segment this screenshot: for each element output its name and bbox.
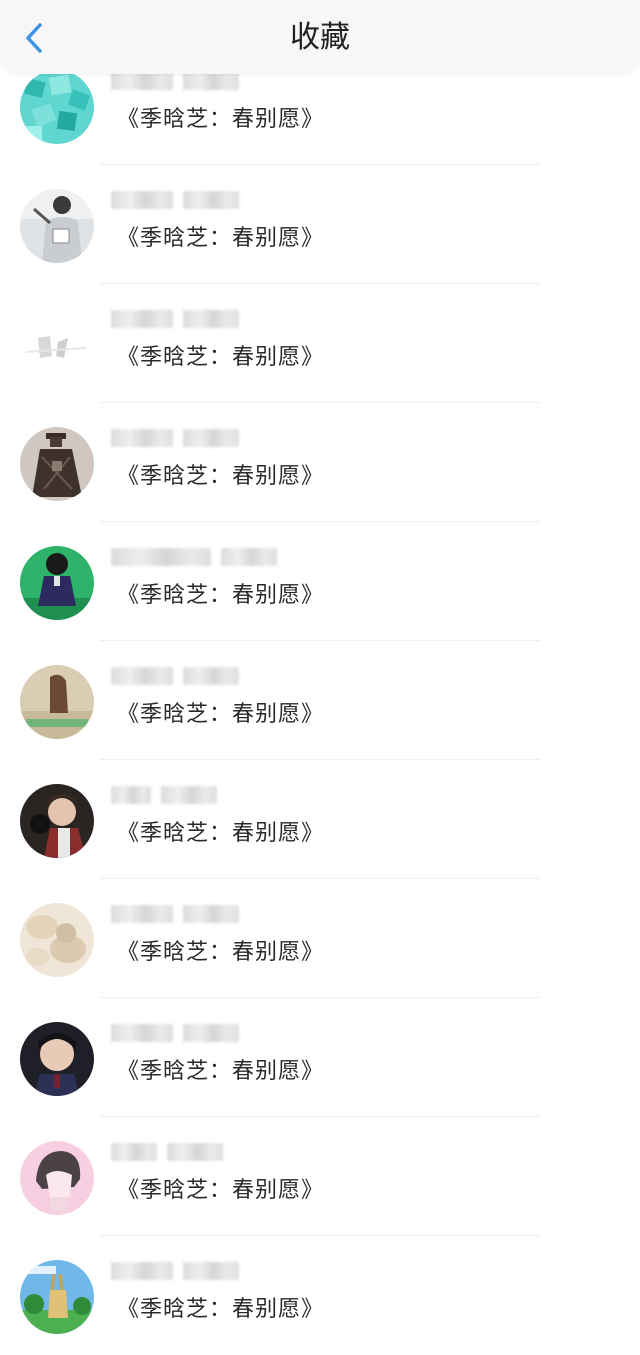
avatar[interactable] [20,70,94,144]
list-item[interactable]: 《季晗芝：春别愿》 [0,641,640,760]
blurred-username [111,903,239,925]
favorite-title: 《季晗芝：春别愿》 [117,583,325,608]
favorite-title: 《季晗芝：春别愿》 [117,940,325,965]
favorite-title: 《季晗芝：春别愿》 [117,1059,325,1084]
list-item[interactable]: 《季晗芝：春别愿》 [0,998,640,1117]
blurred-username [111,665,239,687]
favorite-title: 《季晗芝：春别愿》 [117,345,325,370]
blurred-username [111,427,239,449]
list-item[interactable]: 《季晗芝：春别愿》 [0,760,640,879]
favorite-title: 《季晗芝：春别愿》 [117,464,325,489]
list-item[interactable]: 《季晗芝：春别愿》 [0,522,640,641]
avatar[interactable] [20,1141,94,1215]
list-item[interactable]: 《季晗芝：春别愿》 [0,284,640,403]
favorite-title: 《季晗芝：春别愿》 [117,821,325,846]
avatar[interactable] [20,903,94,977]
blurred-username [111,308,239,330]
avatar[interactable] [20,1260,94,1334]
favorite-title: 《季晗芝：春别愿》 [117,702,325,727]
list-item[interactable]: 《季晗芝：春别愿》 [0,165,640,284]
blurred-username [111,784,217,806]
blurred-username [111,189,239,211]
favorite-title: 《季晗芝：春别愿》 [117,226,325,251]
avatar[interactable] [20,308,94,382]
list-item[interactable]: 《季晗芝：春别愿》 [0,403,640,522]
blurred-username [111,1141,223,1163]
blurred-username [111,1022,239,1044]
avatar[interactable] [20,665,94,739]
avatar[interactable] [20,546,94,620]
avatar[interactable] [20,784,94,858]
favorites-list: 《季晗芝：春别愿》 《季晗芝：春别愿》 《季晗芝：春别愿》 《季晗芝：春别愿》 … [0,46,640,1355]
blurred-username [111,546,277,568]
top-bar: 收藏 [0,0,640,74]
favorite-title: 《季晗芝：春别愿》 [117,1178,325,1203]
favorite-title: 《季晗芝：春别愿》 [117,107,325,132]
avatar[interactable] [20,427,94,501]
favorite-title: 《季晗芝：春别愿》 [117,1297,325,1322]
avatar[interactable] [20,1022,94,1096]
list-item[interactable]: 《季晗芝：春别愿》 [0,879,640,998]
blurred-username [111,1260,239,1282]
page-title: 收藏 [290,20,350,55]
list-item[interactable]: 《季晗芝：春别愿》 [0,1236,640,1355]
avatar[interactable] [20,189,94,263]
list-item[interactable]: 《季晗芝：春别愿》 [0,1117,640,1236]
